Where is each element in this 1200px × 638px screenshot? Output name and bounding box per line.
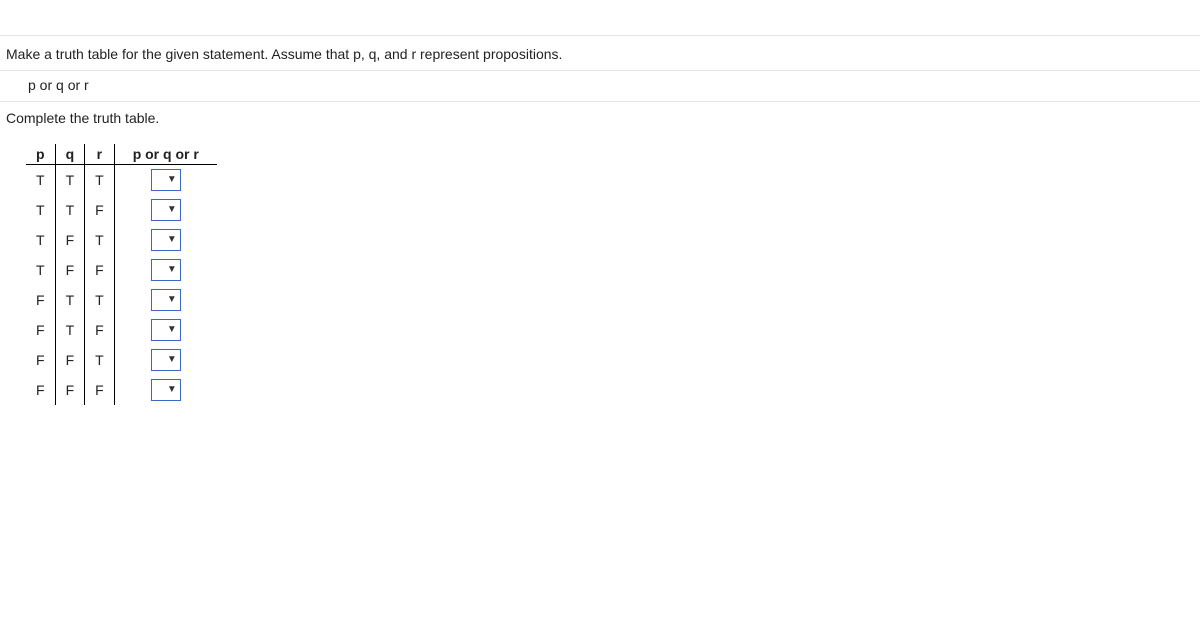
answer-dropdown[interactable]: ▼	[151, 229, 181, 251]
chevron-down-icon: ▼	[167, 175, 177, 185]
chevron-down-icon: ▼	[167, 265, 177, 275]
cell-result: ▼	[114, 165, 217, 196]
cell-result: ▼	[114, 315, 217, 345]
cell-q: T	[55, 285, 85, 315]
table-row: T T T ▼	[26, 165, 217, 196]
table-row: T F T ▼	[26, 225, 217, 255]
col-header-result: p or q or r	[114, 144, 217, 165]
cell-q: T	[55, 195, 85, 225]
cell-result: ▼	[114, 255, 217, 285]
cell-r: T	[85, 285, 115, 315]
truth-table-container: p q r p or q or r T T T ▼ T T F	[0, 134, 1200, 411]
cell-r: T	[85, 165, 115, 196]
chevron-down-icon: ▼	[167, 205, 177, 215]
instruction-text: Make a truth table for the given stateme…	[0, 36, 1200, 71]
cell-p: T	[26, 165, 55, 196]
expression-text: p or q or r	[0, 71, 1200, 102]
cell-r: F	[85, 255, 115, 285]
col-header-p: p	[26, 144, 55, 165]
cell-r: T	[85, 225, 115, 255]
cell-result: ▼	[114, 285, 217, 315]
answer-dropdown[interactable]: ▼	[151, 349, 181, 371]
answer-dropdown[interactable]: ▼	[151, 319, 181, 341]
table-row: T T F ▼	[26, 195, 217, 225]
answer-dropdown[interactable]: ▼	[151, 289, 181, 311]
table-row: T F F ▼	[26, 255, 217, 285]
col-header-q: q	[55, 144, 85, 165]
cell-p: T	[26, 195, 55, 225]
cell-result: ▼	[114, 195, 217, 225]
cell-r: T	[85, 345, 115, 375]
cell-q: F	[55, 255, 85, 285]
cell-p: F	[26, 345, 55, 375]
cell-r: F	[85, 315, 115, 345]
cell-p: T	[26, 255, 55, 285]
cell-q: F	[55, 375, 85, 405]
cell-q: T	[55, 315, 85, 345]
cell-p: T	[26, 225, 55, 255]
answer-dropdown[interactable]: ▼	[151, 379, 181, 401]
table-row: F F T ▼	[26, 345, 217, 375]
cell-result: ▼	[114, 225, 217, 255]
cell-p: F	[26, 315, 55, 345]
complete-label: Complete the truth table.	[0, 102, 1200, 134]
table-row: F F F ▼	[26, 375, 217, 405]
chevron-down-icon: ▼	[167, 235, 177, 245]
cell-p: F	[26, 375, 55, 405]
truth-table: p q r p or q or r T T T ▼ T T F	[26, 144, 217, 405]
cell-result: ▼	[114, 375, 217, 405]
answer-dropdown[interactable]: ▼	[151, 169, 181, 191]
chevron-down-icon: ▼	[167, 355, 177, 365]
answer-dropdown[interactable]: ▼	[151, 259, 181, 281]
cell-r: F	[85, 195, 115, 225]
cell-r: F	[85, 375, 115, 405]
table-row: F T F ▼	[26, 315, 217, 345]
chevron-down-icon: ▼	[167, 325, 177, 335]
chevron-down-icon: ▼	[167, 295, 177, 305]
cell-q: F	[55, 345, 85, 375]
cell-q: T	[55, 165, 85, 196]
cell-result: ▼	[114, 345, 217, 375]
col-header-r: r	[85, 144, 115, 165]
chevron-down-icon: ▼	[167, 385, 177, 395]
top-bar	[0, 0, 1200, 36]
cell-q: F	[55, 225, 85, 255]
answer-dropdown[interactable]: ▼	[151, 199, 181, 221]
cell-p: F	[26, 285, 55, 315]
table-row: F T T ▼	[26, 285, 217, 315]
